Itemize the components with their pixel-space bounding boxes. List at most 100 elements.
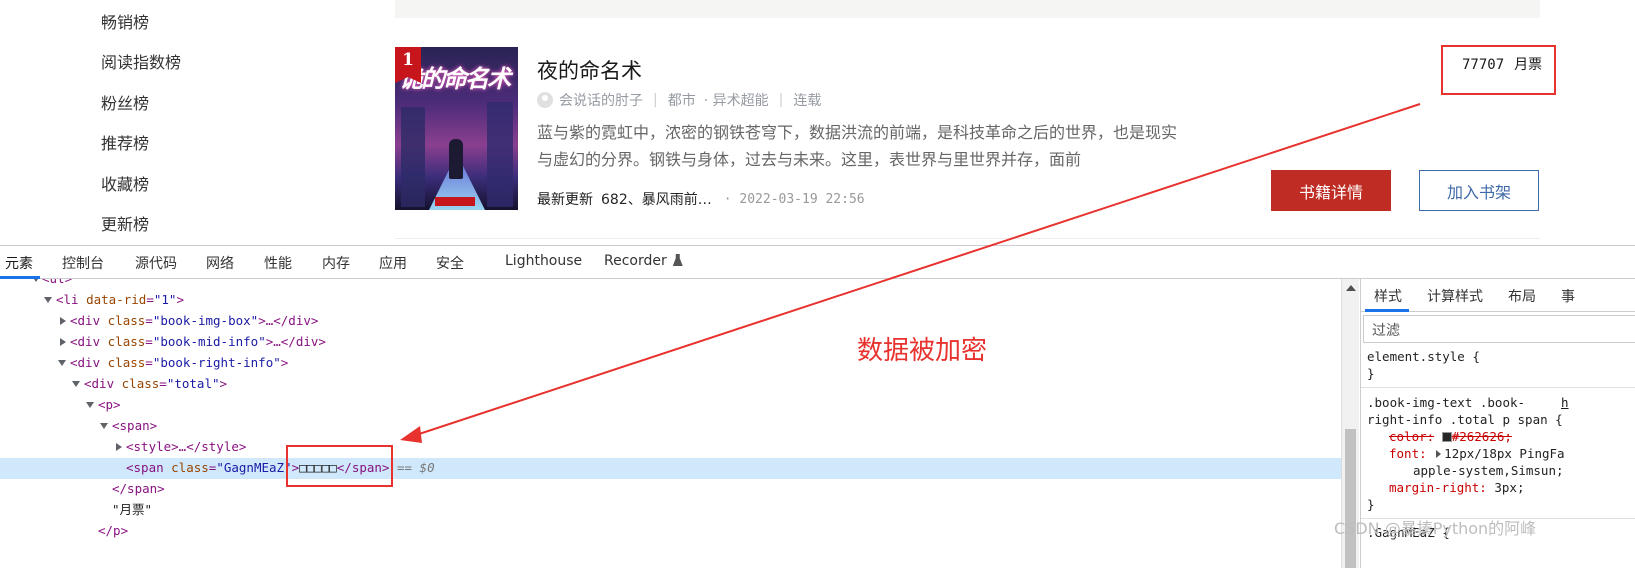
cover-publisher-logo xyxy=(435,197,475,206)
tree-tag: <p> xyxy=(98,397,121,412)
expand-toggle-icon[interactable] xyxy=(72,381,80,387)
category-link[interactable]: 都市 xyxy=(668,90,696,110)
rank-badge: 1 xyxy=(395,47,421,83)
tree-line-selected[interactable]: <span class="GagnMEaZ">□□□□□</span> == $… xyxy=(0,458,1341,479)
divider xyxy=(395,238,1540,239)
author-avatar-icon xyxy=(537,92,553,108)
styles-filter-input[interactable]: 过滤 xyxy=(1363,315,1635,343)
cover-art-figure xyxy=(449,139,463,179)
tree-tag: > xyxy=(176,292,184,307)
expand-toggle-icon[interactable] xyxy=(86,402,94,408)
expand-toggle-icon[interactable] xyxy=(116,443,122,451)
tab-layout[interactable]: 布局 xyxy=(1508,286,1536,306)
tree-class-value: book-mid-info xyxy=(160,334,259,349)
css-declaration[interactable]: font: 12px/18px PingFa xyxy=(1389,445,1565,462)
tree-line[interactable]: <div class="book-img-box">…</div> xyxy=(0,311,1341,332)
add-to-shelf-button[interactable]: 加入书架 xyxy=(1419,170,1539,211)
scrollbar-thumb[interactable] xyxy=(1345,429,1356,568)
previous-section-bg xyxy=(395,0,1540,18)
rank-link-recommend[interactable]: 推荐榜 xyxy=(101,130,301,154)
scroll-up-icon[interactable] xyxy=(1346,285,1356,291)
tree-line[interactable]: </span> xyxy=(0,479,1341,500)
color-swatch-icon[interactable] xyxy=(1441,432,1452,442)
tree-line[interactable]: <span> xyxy=(0,416,1341,437)
tree-attr: data-rid xyxy=(86,292,147,307)
expand-shorthand-icon[interactable] xyxy=(1436,450,1442,458)
tree-line[interactable]: <div class="book-right-info"> xyxy=(0,353,1341,374)
rank-link-reading-index[interactable]: 阅读指数榜 xyxy=(101,49,301,73)
expand-toggle-icon[interactable] xyxy=(44,297,52,303)
expand-toggle-icon[interactable] xyxy=(32,279,40,282)
author-name[interactable]: 会说话的肘子 xyxy=(559,90,643,110)
tree-node-div: <div class="book-right-info"> xyxy=(70,355,289,370)
book-cover[interactable]: 诡的命名术 1 xyxy=(395,47,518,210)
tree-line[interactable]: <p> xyxy=(0,395,1341,416)
css-rule-close: } xyxy=(1367,366,1375,381)
tab-event-listeners[interactable]: 事 xyxy=(1561,286,1575,306)
tree-line[interactable]: <li data-rid="1"> xyxy=(0,290,1341,311)
divider: | xyxy=(653,92,658,108)
css-declaration[interactable]: color: #262626; xyxy=(1389,428,1512,445)
css-value-continued: apple-system,Simsun; xyxy=(1413,463,1564,478)
expand-toggle-icon[interactable] xyxy=(100,423,108,429)
tree-text-node: "月票" xyxy=(112,502,153,517)
css-rule-selector: .book-img-text .book- xyxy=(1367,395,1526,410)
tab-computed[interactable]: 计算样式 xyxy=(1427,286,1483,306)
css-prop: color: xyxy=(1389,429,1435,444)
tree-node-div: <div class="total"> xyxy=(84,376,228,391)
tab-application[interactable]: 应用 xyxy=(379,253,407,273)
expand-toggle-icon[interactable] xyxy=(60,317,66,325)
latest-update: 最新更新 682、暴风雨前… · 2022-03-19 22:56 xyxy=(537,189,865,209)
tab-memory[interactable]: 内存 xyxy=(322,253,350,273)
tab-console[interactable]: 控制台 xyxy=(62,253,104,273)
tree-line[interactable]: </p> xyxy=(0,521,1341,542)
highlight-box-encrypted-span xyxy=(286,445,393,487)
tree-node-li: <li data-rid="1"> xyxy=(56,292,184,307)
expand-toggle-icon[interactable] xyxy=(58,360,66,366)
book-detail-button[interactable]: 书籍详情 xyxy=(1271,170,1391,211)
rank-link-fans[interactable]: 粉丝榜 xyxy=(101,90,301,114)
tab-styles[interactable]: 样式 xyxy=(1374,286,1402,306)
tree-class-value: total xyxy=(174,376,212,391)
tab-network[interactable]: 网络 xyxy=(206,253,234,273)
cover-art-tower xyxy=(487,102,513,207)
css-declaration[interactable]: margin-right: 3px; xyxy=(1389,479,1524,496)
divider xyxy=(1361,387,1635,388)
annotation-label: 数据被加密 xyxy=(857,336,988,366)
tab-lighthouse[interactable]: Lighthouse xyxy=(505,253,582,269)
tree-line[interactable]: <style>…</style> xyxy=(0,437,1341,458)
css-prop: font: xyxy=(1389,446,1427,461)
tree-line[interactable]: <div class="total"> xyxy=(0,374,1341,395)
tree-tag: <span> xyxy=(112,418,158,433)
flask-icon xyxy=(672,254,683,266)
elements-tree: <ul> <li data-rid="1"> <div class="book-… xyxy=(0,279,1341,568)
book-status: 连载 xyxy=(793,93,822,109)
tab-performance[interactable]: 性能 xyxy=(264,253,292,273)
devtools-tabbar: 元素 控制台 源代码 网络 性能 内存 应用 安全 Lighthouse Rec… xyxy=(0,246,1635,279)
rank-link-collect[interactable]: 收藏榜 xyxy=(101,171,301,195)
highlight-box-votes xyxy=(1441,45,1556,95)
tree-node-div: <div class="book-img-box">…</div> xyxy=(70,313,319,328)
divider: | xyxy=(778,92,784,108)
tab-recorder[interactable]: Recorder xyxy=(604,253,683,269)
latest-chapter-link[interactable]: 682、暴风雨前… xyxy=(601,189,712,209)
css-rule-close: } xyxy=(1367,497,1375,512)
subcategory-link[interactable]: · 异术超能 xyxy=(704,90,769,110)
book-title[interactable]: 夜的命名术 xyxy=(537,55,642,85)
tree-line[interactable]: <div class="book-mid-info">…</div> xyxy=(0,332,1341,353)
css-source-link[interactable]: h xyxy=(1561,394,1569,411)
tree-class-value: "GagnMEaZ" xyxy=(216,460,292,475)
tree-line[interactable]: "月票" xyxy=(0,500,1341,521)
css-value: 3px; xyxy=(1494,480,1525,495)
tab-sources[interactable]: 源代码 xyxy=(135,253,177,273)
rank-link-update[interactable]: 更新榜 xyxy=(101,211,301,235)
tab-security[interactable]: 安全 xyxy=(436,253,464,273)
expand-toggle-icon[interactable] xyxy=(60,338,66,346)
tree-node-div: <div class="book-mid-info">…</div> xyxy=(70,334,326,349)
tree-class-value: book-img-box xyxy=(160,313,251,328)
css-prop: margin-right: xyxy=(1389,480,1487,495)
tab-elements[interactable]: 元素 xyxy=(5,253,33,273)
update-label: 最新更新 xyxy=(537,192,593,208)
rank-link-bestseller[interactable]: 畅销榜 xyxy=(101,9,301,33)
tree-line[interactable]: <ul> xyxy=(0,279,1341,290)
